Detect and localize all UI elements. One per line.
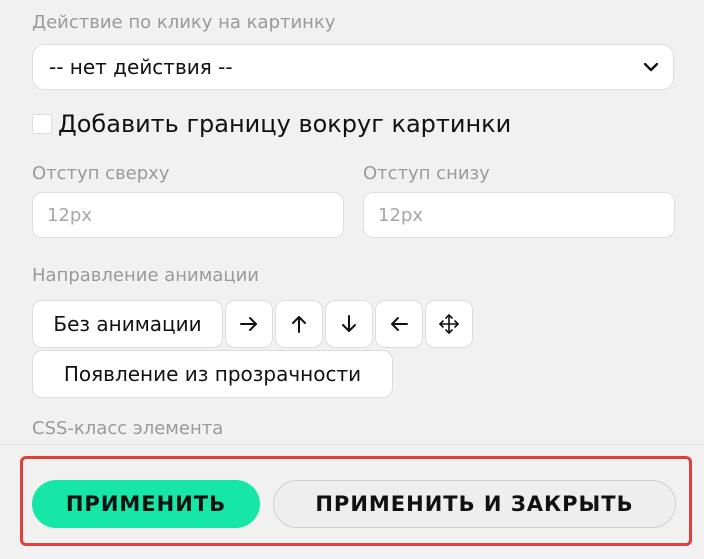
- animation-up-chip[interactable]: [275, 300, 323, 348]
- padding-top-input[interactable]: 12px: [32, 192, 344, 238]
- arrow-left-icon: [388, 313, 410, 335]
- arrow-right-icon: [238, 313, 260, 335]
- animation-left-chip[interactable]: [375, 300, 423, 348]
- animation-right-chip[interactable]: [225, 300, 273, 348]
- click-action-label: Действие по клику на картинку: [32, 12, 336, 33]
- click-action-value: -- нет действия --: [49, 55, 233, 79]
- css-class-label: CSS-класс элемента: [32, 418, 224, 439]
- chevron-down-icon: [643, 59, 659, 75]
- animation-fade-chip[interactable]: Появление из прозрачности: [32, 350, 393, 398]
- animation-down-chip[interactable]: [325, 300, 373, 348]
- animation-label: Направление анимации: [32, 265, 259, 286]
- border-checkbox-label: Добавить границу вокруг картинки: [58, 110, 512, 138]
- move-all-directions-icon: [437, 312, 461, 336]
- arrow-down-icon: [338, 313, 360, 335]
- padding-bottom-label: Отступ снизу: [363, 163, 490, 184]
- border-checkbox-row[interactable]: Добавить границу вокруг картинки: [32, 110, 511, 138]
- click-action-select[interactable]: -- нет действия --: [32, 44, 674, 90]
- border-checkbox[interactable]: [32, 114, 52, 134]
- footer-divider: [0, 444, 704, 445]
- padding-top-label: Отступ сверху: [32, 163, 170, 184]
- arrow-up-icon: [288, 313, 310, 335]
- apply-and-close-button[interactable]: ПРИМЕНИТЬ И ЗАКРЫТЬ: [273, 480, 676, 528]
- animation-none-chip[interactable]: Без анимации: [32, 300, 223, 348]
- apply-button[interactable]: ПРИМЕНИТЬ: [32, 480, 260, 528]
- animation-move-chip[interactable]: [425, 300, 473, 348]
- padding-bottom-input[interactable]: 12px: [363, 192, 675, 238]
